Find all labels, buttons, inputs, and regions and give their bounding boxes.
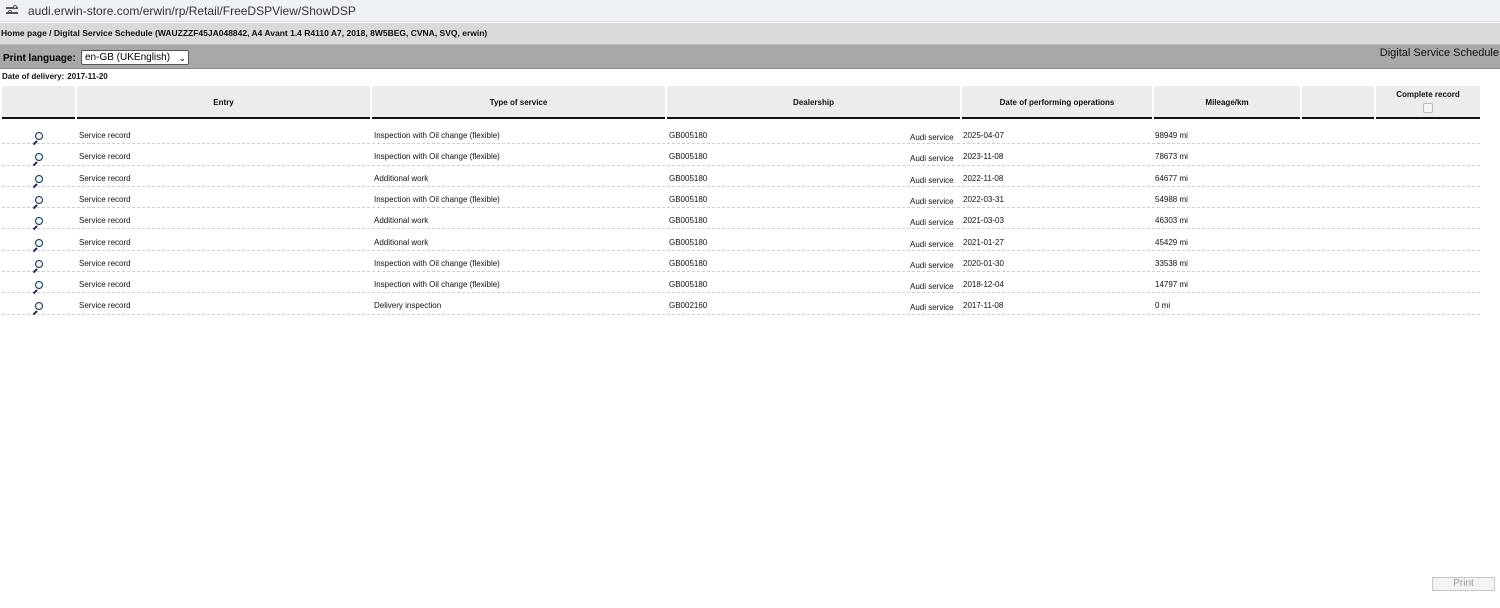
cell-entry: Service record (79, 237, 131, 247)
magnifier-icon[interactable] (32, 195, 45, 210)
cell-type-of-service: Additional work (374, 173, 429, 183)
cell-date: 2023-11-08 (963, 152, 1004, 162)
cell-type-of-service: Additional work (374, 216, 429, 226)
table-row: Service record Additional work GB005180 Aud… (2, 208, 1480, 231)
cell-mileage: 78673 mi (1155, 152, 1188, 162)
delivery-date: Date of delivery: 2017-11-20 (2, 72, 111, 81)
cell-type-of-service: Inspection with Oil change (flexible) (374, 152, 500, 162)
magnifier-icon[interactable] (32, 217, 45, 231)
cell-type-of-service: Inspection with Oil change (flexible) (374, 258, 500, 268)
cell-entry: Service record (79, 258, 131, 268)
cell-dealer-code: GB005180 (669, 173, 708, 183)
magnifier-icon[interactable] (32, 302, 45, 316)
header-blank (1302, 86, 1374, 119)
magnifier-icon[interactable] (32, 238, 45, 252)
magnifier-icon[interactable] (32, 132, 45, 146)
cell-mileage: 98949 mi (1155, 131, 1188, 140)
print-button[interactable]: Print (1432, 577, 1495, 591)
cell-dealer-name: Audi service (910, 218, 954, 228)
cell-dealer-code: GB005180 (669, 216, 708, 226)
cell-date: 2021-03-03 (963, 216, 1004, 226)
delivery-date-value: 2017-11-20 (67, 72, 108, 81)
cell-date: 2021-01-27 (963, 237, 1004, 247)
cell-dealer-code: GB002160 (669, 301, 708, 311)
magnifier-icon[interactable] (32, 281, 45, 295)
table-row: Service record Inspection with Oil change… (2, 187, 1480, 210)
cell-date: 2025-04-07 (963, 131, 1004, 140)
table-row: Service record Delivery inspection GB00216… (2, 293, 1480, 316)
cell-entry: Service record (79, 152, 131, 162)
cell-date: 2022-11-08 (963, 173, 1004, 183)
cell-type-of-service: Additional work (374, 237, 429, 247)
header-entry: Entry (77, 86, 370, 119)
cell-date: 2017-11-08 (963, 301, 1004, 311)
cell-dealer-name: Audi service (910, 133, 954, 142)
language-toolbar: Print language: en-GB (UKEnglish) ⌄ Digi… (0, 45, 1500, 69)
cell-dealer-name: Audi service (910, 175, 954, 185)
delivery-date-label: Date of delivery: (2, 72, 65, 81)
magnifier-icon[interactable] (32, 259, 45, 274)
header-type-of-service: Type of service (372, 86, 665, 119)
cell-entry: Service record (79, 280, 131, 290)
cell-mileage: 45429 mi (1155, 237, 1188, 247)
chevron-down-icon[interactable]: ⌄ (178, 52, 186, 65)
table-row: Service record Inspection with Oil change… (2, 123, 1480, 146)
cell-date: 2018-12-04 (963, 280, 1004, 290)
magnifier-icon[interactable] (32, 153, 45, 167)
cell-dealer-code: GB005180 (669, 194, 708, 204)
cell-dealer-name: Audi service (910, 303, 954, 313)
cell-type-of-service: Inspection with Oil change (flexible) (374, 280, 500, 290)
cell-dealer-code: GB005180 (669, 131, 708, 140)
magnifier-icon[interactable] (32, 174, 45, 188)
header-complete-record: Complete record (1376, 86, 1480, 119)
cell-dealer-name: Audi service (910, 260, 954, 270)
tune-icon[interactable] (6, 4, 20, 17)
cell-dealer-name: Audi service (910, 239, 954, 249)
browser-address-bar[interactable]: audi.erwin-store.com/erwin/rp/Retail/Fre… (0, 0, 1500, 22)
cell-date: 2020-01-30 (963, 258, 1004, 268)
header-complete-record-label: Complete record (1396, 90, 1460, 99)
cell-dealer-name: Audi service (910, 196, 954, 206)
cell-entry: Service record (79, 131, 131, 140)
breadcrumb: Home page / Digital Service Schedule (WA… (0, 23, 1500, 45)
cell-entry: Service record (79, 194, 131, 204)
table-row: Service record Inspection with Oil change… (2, 251, 1480, 274)
header-date: Date of performing operations (962, 86, 1152, 119)
cell-dealer-code: GB005180 (669, 237, 708, 247)
cell-type-of-service: Inspection with Oil change (flexible) (374, 194, 500, 204)
cell-entry: Service record (79, 301, 131, 311)
header-dealership: Dealership (667, 86, 960, 119)
page-title: Digital Service Schedule (1379, 47, 1499, 59)
print-language-value: en-GB (UKEnglish) (85, 52, 171, 63)
cell-mileage: 64677 mi (1155, 173, 1188, 183)
cell-entry: Service record (79, 173, 131, 183)
table-row: Service record Additional work GB005180 Aud… (2, 230, 1480, 252)
cell-mileage: 0 mi (1155, 301, 1171, 311)
print-language-label: Print language: (3, 53, 76, 64)
cell-date: 2022-03-31 (963, 194, 1004, 204)
cell-mileage: 14797 mi (1155, 280, 1188, 290)
cell-dealer-name: Audi service (910, 282, 954, 292)
header-mileage: Mileage/km (1154, 86, 1300, 119)
cell-dealer-code: GB005180 (669, 280, 708, 290)
cell-dealer-code: GB005180 (669, 258, 708, 268)
cell-type-of-service: Inspection with Oil change (flexible) (374, 131, 500, 140)
cell-mileage: 54988 mi (1155, 194, 1188, 204)
cell-type-of-service: Delivery inspection (374, 301, 442, 311)
table-row: Service record Inspection with Oil change… (2, 272, 1480, 295)
cell-mileage: 46303 mi (1155, 216, 1188, 226)
table-row: Service record Inspection with Oil change… (2, 144, 1480, 167)
url-text[interactable]: audi.erwin-store.com/erwin/rp/Retail/Fre… (28, 4, 356, 18)
header-view-column (2, 86, 75, 119)
cell-mileage: 33538 mi (1155, 258, 1188, 268)
complete-record-checkbox[interactable] (1423, 103, 1433, 113)
table-row: Service record Additional work GB005180 Aud… (2, 166, 1480, 188)
cell-dealer-code: GB005180 (669, 152, 708, 162)
cell-dealer-name: Audi service (910, 154, 954, 164)
cell-entry: Service record (79, 216, 131, 226)
print-language-select[interactable]: en-GB (UKEnglish) ⌄ (81, 50, 189, 65)
